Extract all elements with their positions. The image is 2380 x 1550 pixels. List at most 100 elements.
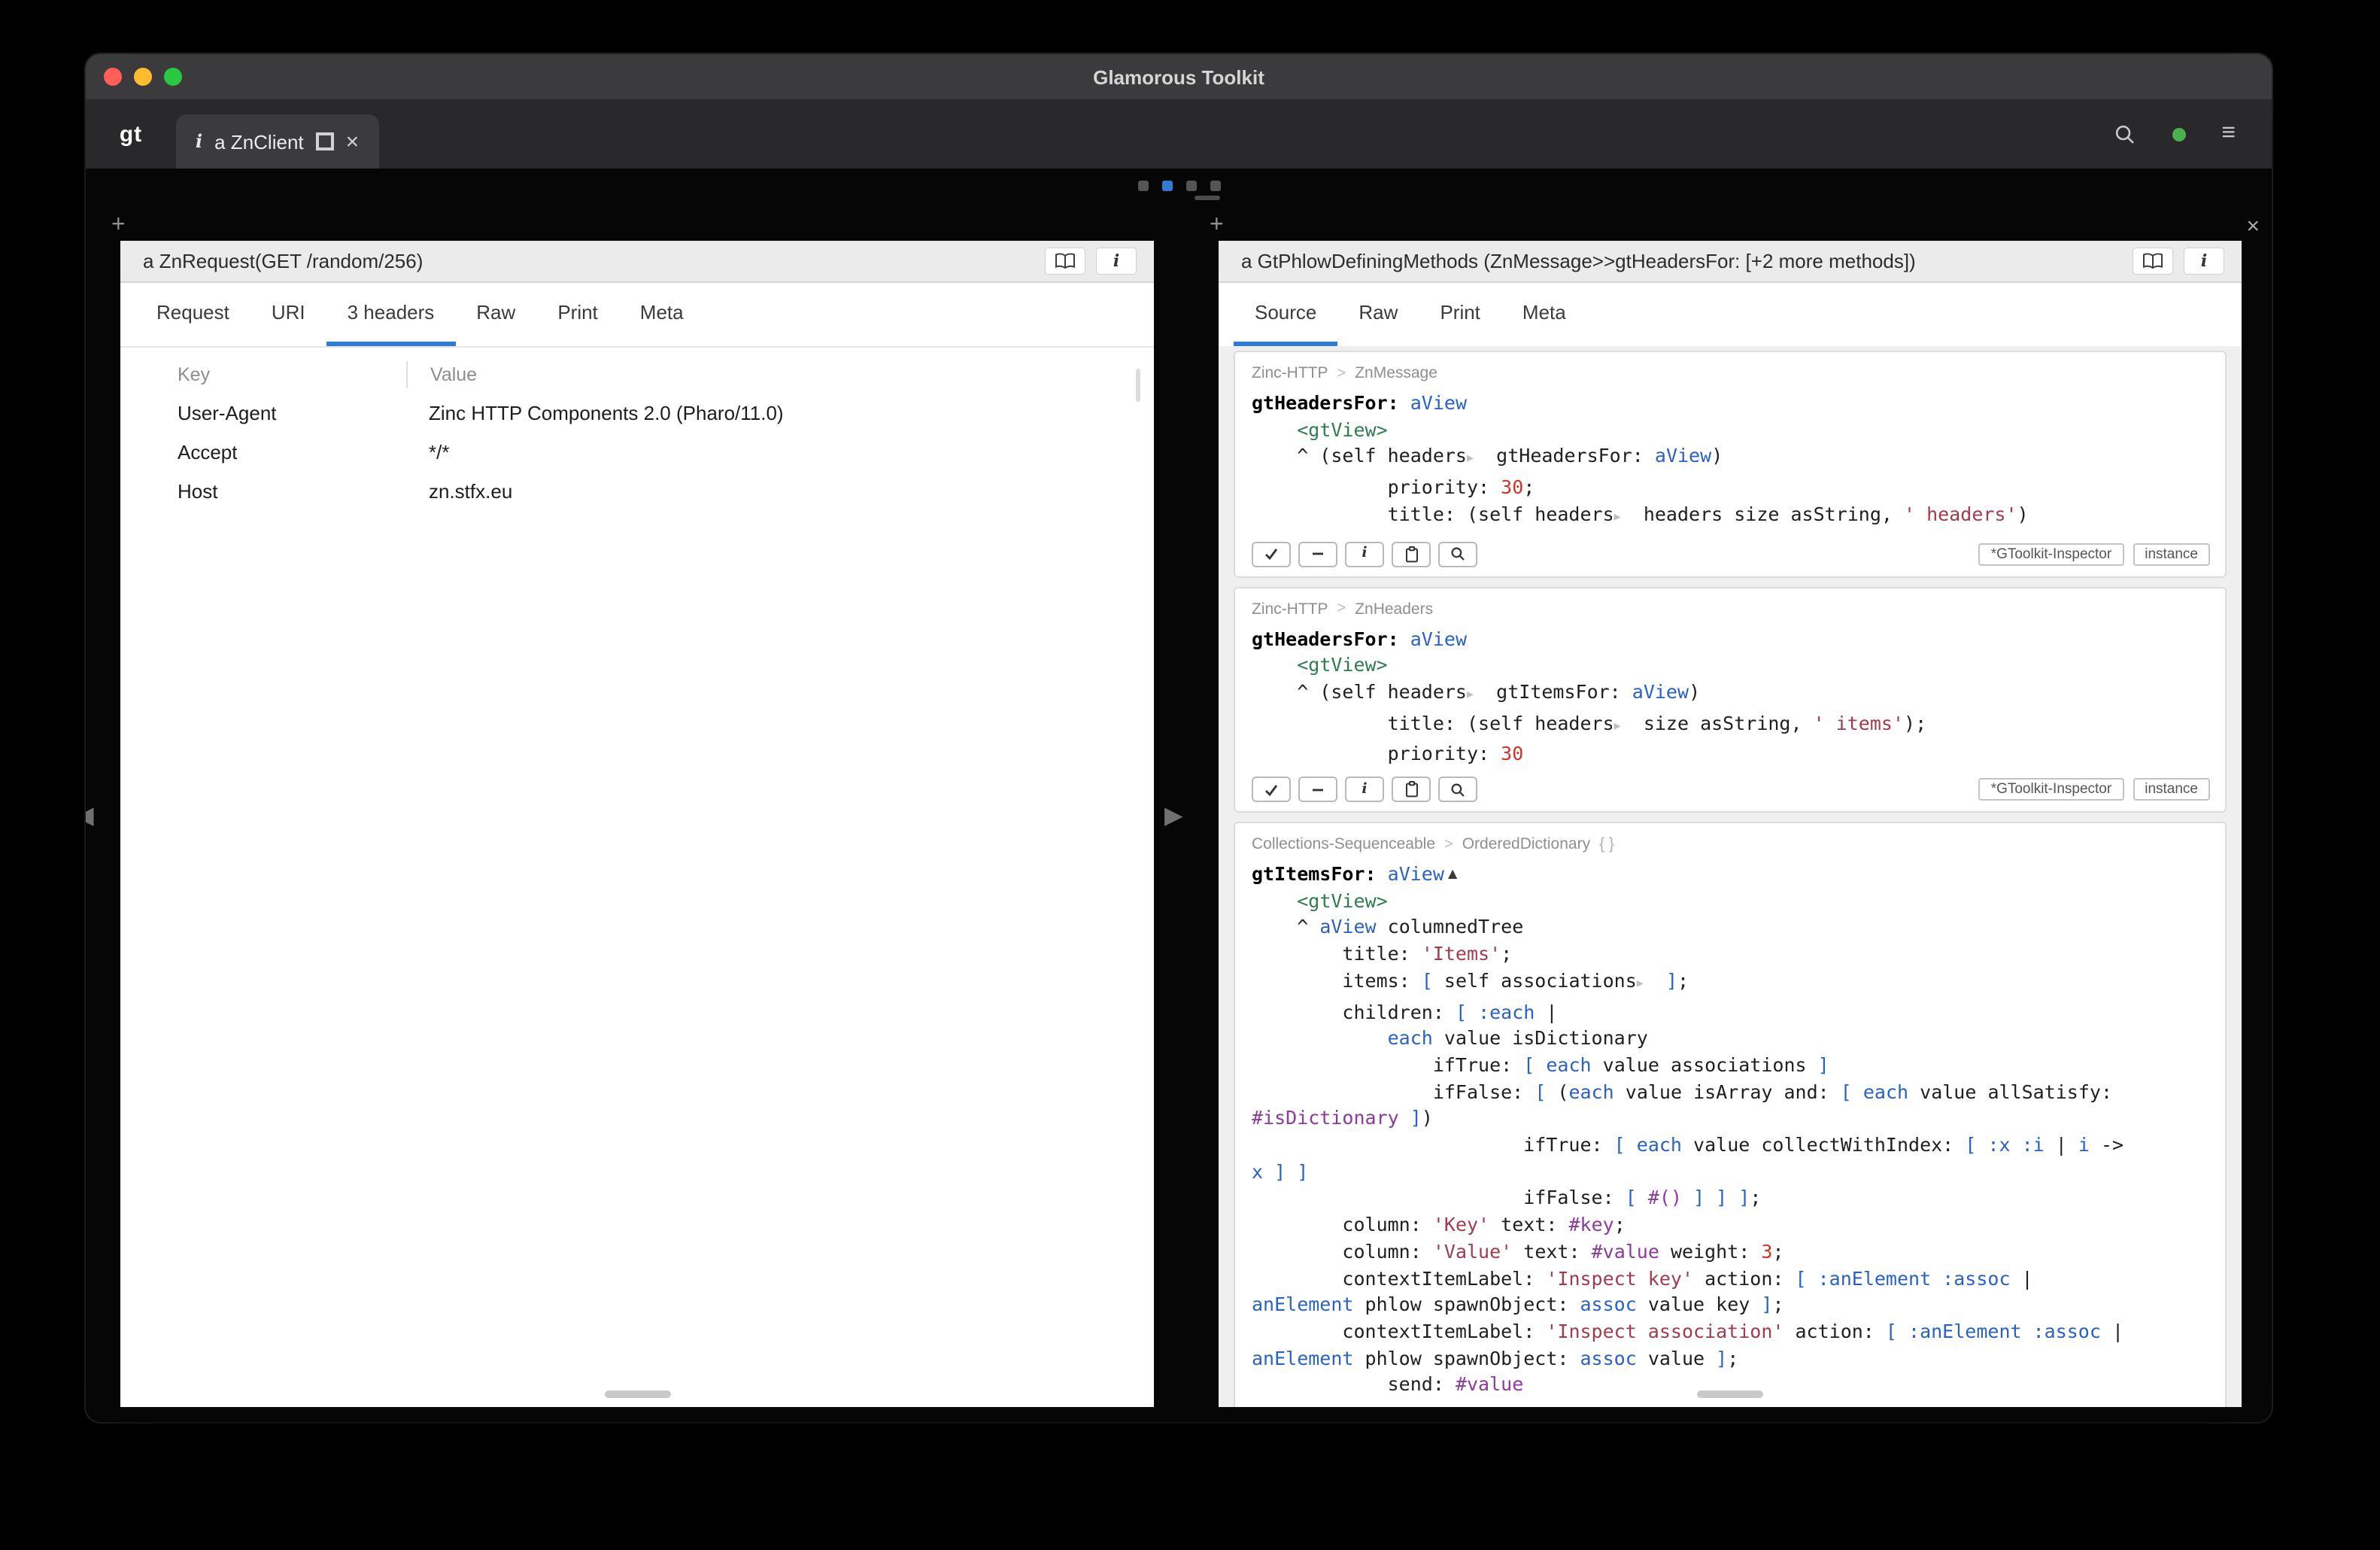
desktop: Glamorous Toolkit gt i a ZnClient × ≡ ◀ … [0, 0, 2380, 1550]
breadcrumb: Zinc-HTTP > ZnMessage [1235, 361, 2213, 385]
tab-print[interactable]: Print [536, 283, 618, 346]
snippet-toolbar: i *GToolkit-Inspector instance [1235, 541, 2213, 567]
menu-icon[interactable]: ≡ [2221, 120, 2236, 147]
tab-print[interactable]: Print [1419, 283, 1501, 346]
inspect-object-button[interactable]: i [2184, 248, 2224, 274]
key-cell: Host [120, 479, 406, 502]
tab-raw[interactable]: Raw [455, 283, 536, 346]
pager-dot-1[interactable] [1137, 181, 1148, 191]
table-body: User-AgentZinc HTTP Components 2.0 (Phar… [120, 393, 1154, 510]
table-row[interactable]: Hostzn.stfx.eu [120, 471, 1154, 510]
breadcrumb-separator: > [1444, 836, 1453, 852]
tab-source[interactable]: Source [1234, 283, 1337, 346]
breadcrumb-suffix: { } [1599, 835, 1614, 853]
breadcrumb-item[interactable]: Zinc-HTTP [1252, 364, 1328, 382]
close-pane-button[interactable]: × [2246, 214, 2260, 239]
breadcrumb-item[interactable]: ZnHeaders [1355, 600, 1433, 618]
minimize-window-button[interactable] [134, 68, 152, 86]
breadcrumb-item[interactable]: Collections-Sequenceable [1252, 835, 1435, 853]
tab-raw[interactable]: Raw [1337, 283, 1419, 346]
method-badge[interactable]: instance [2133, 542, 2210, 565]
tab-request[interactable]: Request [135, 283, 250, 346]
browse-button[interactable] [1046, 248, 1085, 274]
scroll-left-icon[interactable]: ◀ [86, 801, 94, 829]
breadcrumb-separator: > [1337, 365, 1346, 381]
key-cell: User-Agent [120, 401, 406, 424]
scroll-right-icon[interactable]: ▶ [1164, 801, 1183, 829]
method-badge[interactable]: instance [2133, 778, 2210, 801]
value-cell: Zinc HTTP Components 2.0 (Pharo/11.0) [406, 401, 1154, 424]
headers-table: Key Value User-AgentZinc HTTP Components… [120, 357, 1154, 510]
traffic-lights [104, 68, 182, 86]
browse-button[interactable] [2133, 248, 2172, 274]
sync-status-icon[interactable] [2172, 127, 2185, 141]
search-button[interactable] [1438, 541, 1477, 567]
breadcrumb-item[interactable]: ZnMessage [1355, 364, 1437, 382]
copy-button[interactable] [1392, 777, 1431, 802]
table-row[interactable]: Accept*/* [120, 432, 1154, 471]
horizontal-scrollbar[interactable] [1697, 1390, 1763, 1398]
code-editor[interactable]: gtHeadersFor: aView <gtView> ^ (self hea… [1235, 625, 2213, 767]
tab-strip: gt i a ZnClient × ≡ [86, 99, 2272, 169]
inspect-button[interactable]: i [1345, 777, 1384, 802]
zoom-window-button[interactable] [164, 68, 182, 86]
close-tab-icon[interactable]: × [346, 130, 360, 153]
add-pane-left-button[interactable]: + [111, 212, 126, 239]
code-editor[interactable]: gtItemsFor: aView ▲ <gtView> ^ aView col… [1235, 861, 2213, 1398]
breadcrumb: Collections-Sequenceable > OrderedDictiona… [1235, 832, 2213, 856]
minus-icon [1310, 782, 1325, 797]
detach-tab-icon[interactable] [316, 132, 334, 150]
pager-dot-4[interactable] [1210, 181, 1220, 191]
magnifier-icon [1450, 546, 1465, 561]
pane-znrequest: a ZnRequest(GET /random/256) i RequestUR… [120, 241, 1154, 1407]
code-editor[interactable]: gtHeadersFor: aView <gtView> ^ (self hea… [1235, 390, 2213, 532]
inspect-button[interactable]: i [1345, 541, 1384, 567]
tab-a-znclient[interactable]: i a ZnClient × [176, 114, 378, 169]
inspect-object-button[interactable]: i [1097, 248, 1136, 274]
table-row[interactable]: User-AgentZinc HTTP Components 2.0 (Phar… [120, 393, 1154, 432]
toolbar-icons: ≡ [2113, 120, 2272, 147]
close-window-button[interactable] [104, 68, 122, 86]
tab-meta[interactable]: Meta [1501, 283, 1587, 346]
key-cell: Accept [120, 440, 406, 463]
breadcrumb-item[interactable]: Zinc-HTTP [1252, 600, 1328, 618]
accept-button[interactable] [1252, 541, 1291, 567]
titlebar: Glamorous Toolkit [86, 54, 2272, 99]
method-badge[interactable]: *GToolkit-Inspector [1979, 542, 2124, 565]
search-button[interactable] [1438, 777, 1477, 802]
pager: ◀ ▶ + + × a ZnRequest(GET /random/256) i… [86, 169, 2272, 1422]
pager-dot-2[interactable] [1161, 181, 1172, 191]
vertical-scrollbar[interactable] [1136, 369, 1140, 402]
remove-button[interactable] [1298, 777, 1337, 802]
value-cell: */* [406, 440, 1154, 463]
gt-logo[interactable]: gt [110, 121, 152, 147]
pager-dot-3[interactable] [1185, 181, 1196, 191]
breadcrumb-item[interactable]: OrderedDictionary [1462, 835, 1590, 853]
gt-window: Glamorous Toolkit gt i a ZnClient × ≡ ◀ … [86, 54, 2272, 1422]
page-indicator-scrollbar[interactable] [1194, 196, 1219, 200]
badge-list: *GToolkit-Inspector instance [1979, 542, 2210, 565]
code-snippet-2: Zinc-HTTP>ZnHeaders gtHeadersFor: aView … [1234, 586, 2227, 813]
horizontal-scrollbar[interactable] [604, 1390, 670, 1398]
search-icon[interactable] [2113, 123, 2136, 145]
magnifier-icon [1450, 782, 1465, 797]
tab-uri[interactable]: URI [250, 283, 326, 346]
column-header-value: Value [406, 361, 1154, 388]
info-icon: i [2201, 251, 2207, 271]
method-badge[interactable]: *GToolkit-Inspector [1979, 778, 2124, 801]
pane-header-buttons: i [2133, 248, 2224, 274]
copy-button[interactable] [1392, 541, 1431, 567]
badge-list: *GToolkit-Inspector instance [1979, 778, 2210, 801]
accept-button[interactable] [1252, 777, 1291, 802]
window-title: Glamorous Toolkit [1093, 65, 1264, 88]
tab-label: a ZnClient [214, 130, 304, 153]
inspector-icon: i [196, 131, 202, 152]
book-icon [1055, 253, 1076, 269]
tab-meta[interactable]: Meta [619, 283, 705, 346]
info-icon: i [1113, 251, 1119, 271]
tab-3-headers[interactable]: 3 headers [326, 283, 456, 346]
add-pane-right-button[interactable]: + [1210, 212, 1224, 239]
remove-button[interactable] [1298, 541, 1337, 567]
table-header: Key Value [120, 357, 1154, 393]
column-header-key: Key [120, 364, 406, 385]
